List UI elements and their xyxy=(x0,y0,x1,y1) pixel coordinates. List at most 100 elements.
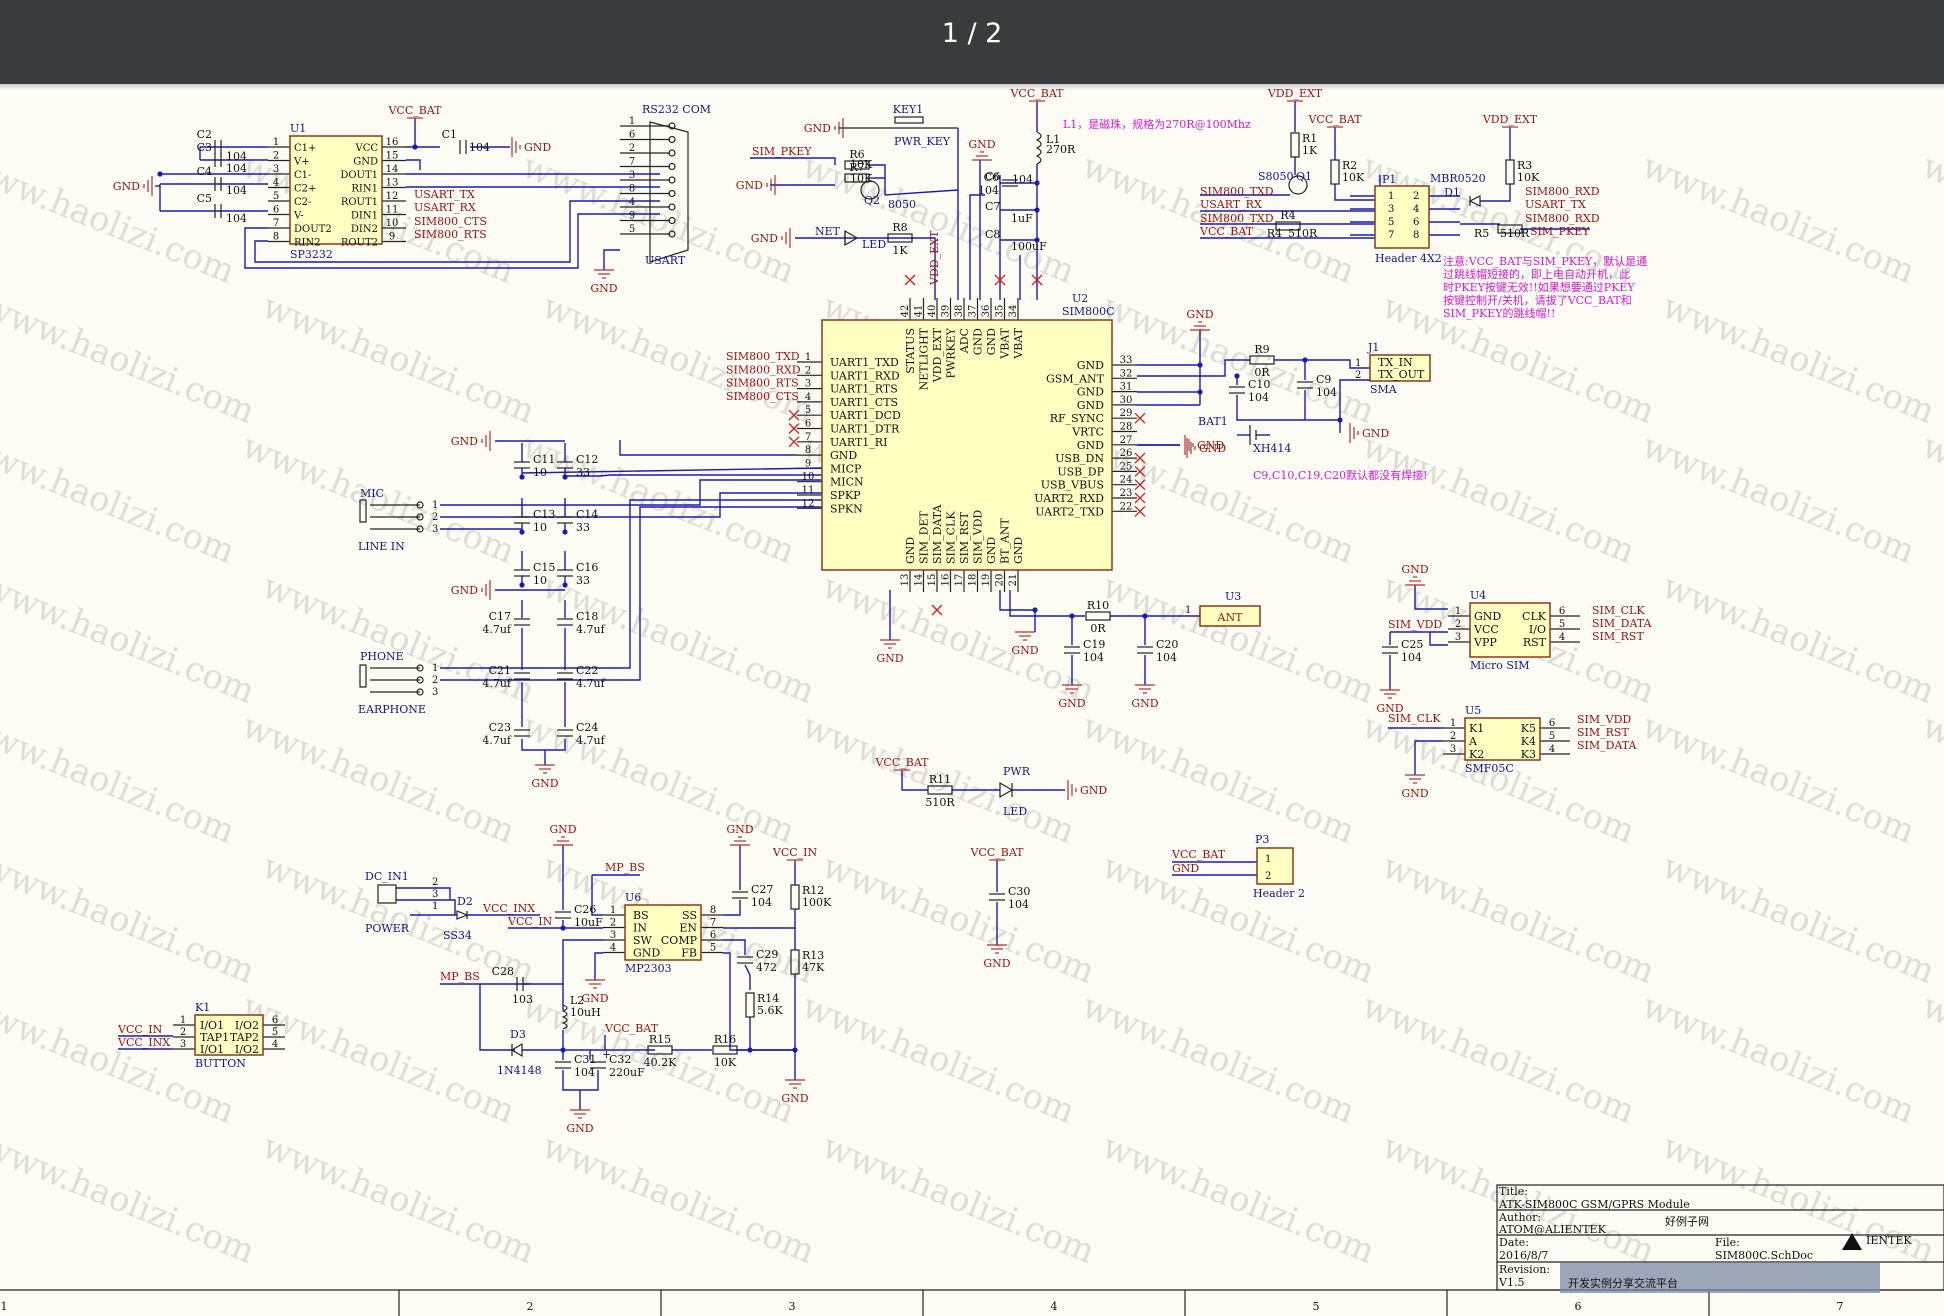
pin-name: C1+ xyxy=(294,143,316,154)
pin-number: 39 xyxy=(941,305,952,318)
pin-name: GND xyxy=(353,157,378,168)
pin-number: 1 xyxy=(1185,605,1191,616)
rs232-title: RS232 COM xyxy=(642,103,711,116)
pin-name: V+ xyxy=(293,157,310,168)
pin-number: 37 xyxy=(968,305,979,318)
pin-number: 1 xyxy=(1388,191,1394,202)
pin-number: 28 xyxy=(1120,422,1133,433)
pin-number: 2 xyxy=(1265,871,1271,882)
pin-number: 7 xyxy=(629,157,635,168)
watermark-text: www.haolizi.com xyxy=(1937,566,1944,712)
pin-number: 2 xyxy=(1455,619,1461,630)
pin-number: 9 xyxy=(805,458,811,469)
q1-part: S8050 xyxy=(1258,170,1294,183)
watermark-text: www.haolizi.com xyxy=(537,566,821,712)
pin-name: UART1_RXD xyxy=(830,369,900,382)
wire xyxy=(619,440,797,456)
capacitor-value: 4.7uf xyxy=(482,623,512,636)
c6-value: 104 xyxy=(1012,173,1033,186)
pin-name: VCC xyxy=(1473,623,1499,636)
pin-number: 25 xyxy=(1120,461,1133,472)
date-label: Date: xyxy=(1499,1236,1529,1249)
capacitor-ref: C29 xyxy=(756,948,778,961)
resistor-value: 10K xyxy=(1342,171,1365,184)
capacitor-ref: C11 xyxy=(533,453,555,466)
pin-number: 16 xyxy=(941,574,952,587)
j1-ref: J1 xyxy=(1367,341,1379,354)
pin-number: 21 xyxy=(1008,574,1019,587)
pin-number: 13 xyxy=(386,178,399,189)
pin-name: GND xyxy=(972,328,985,355)
pin-number: 1 xyxy=(1355,358,1361,369)
gnd-label: GND xyxy=(566,1122,593,1135)
bat1-ref: BAT1 xyxy=(1198,415,1228,428)
net-label: USART_RX xyxy=(414,201,476,214)
pin-name: UART1_DCD xyxy=(830,409,901,422)
pin-name: RST xyxy=(1523,636,1547,649)
watermark-text: www.haolizi.com xyxy=(1657,286,1941,432)
jumper-note: 过跳线帽短接的，即上电自动开机，此 xyxy=(1443,267,1630,281)
pin-number: 5 xyxy=(710,943,716,954)
resistor-ref: R8 xyxy=(892,221,907,234)
net-label: SIM800_RXD xyxy=(726,363,801,376)
pin-name: DIN1 xyxy=(351,211,378,222)
capacitor-value: 104 xyxy=(574,1066,595,1079)
junction-dot xyxy=(1034,180,1040,186)
d2-ref: D2 xyxy=(457,895,473,908)
gnd-label: GND xyxy=(531,777,558,790)
gnd-label: GND xyxy=(1058,697,1085,710)
pin-name: ROUT1 xyxy=(341,197,378,208)
capacitor-value: 104 xyxy=(1008,898,1029,911)
pin-name: DIN2 xyxy=(351,224,378,235)
pin-name: UART1_RTS xyxy=(830,383,898,396)
pin-name: UART1_TXD xyxy=(830,356,899,369)
wire xyxy=(603,249,620,270)
net-label: SIM800_TXD xyxy=(726,350,800,363)
pin-number: 3 xyxy=(432,889,438,900)
pin-name: MICP xyxy=(830,462,862,475)
pin-number: 31 xyxy=(1120,382,1133,393)
schematic-canvas: www.haolizi.com www.haolizi.comwww.haoliz… xyxy=(0,87,1944,1316)
pin-name: GND xyxy=(1077,399,1104,412)
phone-jack xyxy=(359,664,367,688)
gnd-label: GND xyxy=(1080,784,1107,797)
watermark-text: www.haolizi.com xyxy=(1637,986,1921,1132)
watermark-text: www.haolizi.com xyxy=(1637,706,1921,852)
gnd-label: GND xyxy=(983,957,1010,970)
wire xyxy=(565,474,822,477)
pin-number: 6 xyxy=(1549,718,1555,729)
l2-value: 10uH xyxy=(570,1006,601,1019)
pin-name: SPKN xyxy=(830,502,863,515)
pin-name: C2- xyxy=(294,197,311,208)
u3-ref: U3 xyxy=(1225,590,1241,603)
p1-ref: P1 xyxy=(1382,173,1396,186)
pin-number: 4 xyxy=(1559,632,1565,643)
pin-name: GND xyxy=(1077,439,1104,452)
pin-number: 6 xyxy=(272,1015,278,1026)
watermark-text: www.haolizi.com xyxy=(1637,146,1921,292)
pin-number: 40 xyxy=(927,305,938,318)
frame-column-number: 7 xyxy=(1837,1300,1844,1313)
pin-number: 4 xyxy=(272,1039,278,1050)
pin-number: 5 xyxy=(272,1027,278,1038)
pin-name: C2+ xyxy=(294,184,316,195)
pin-number: 6 xyxy=(710,930,716,941)
pin-number: 2 xyxy=(273,151,279,162)
pin-name: A xyxy=(1468,735,1478,748)
pin-number: 8 xyxy=(805,445,811,456)
file-label: File: xyxy=(1715,1236,1740,1249)
pin-name: UART1_RI xyxy=(830,436,887,449)
net-label: SIM800_TXD xyxy=(1200,212,1274,225)
net-label: USART_RX xyxy=(1200,198,1262,211)
gnd-label: GND xyxy=(451,584,478,597)
u1-ref: U1 xyxy=(290,122,306,135)
capacitor-ref: C21 xyxy=(489,664,511,677)
power-label: VCC_IN xyxy=(772,846,818,859)
pin-name: RF_SYNC xyxy=(1050,412,1104,425)
pin-name: VRTC xyxy=(1071,426,1104,439)
k1-part: BUTTON xyxy=(195,1057,246,1070)
net-label: SIM800_RXD xyxy=(1525,212,1600,225)
q2-part: 8050 xyxy=(888,198,916,211)
capacitor-ref: C2 xyxy=(197,128,212,141)
pin-name: VCC xyxy=(354,143,378,154)
